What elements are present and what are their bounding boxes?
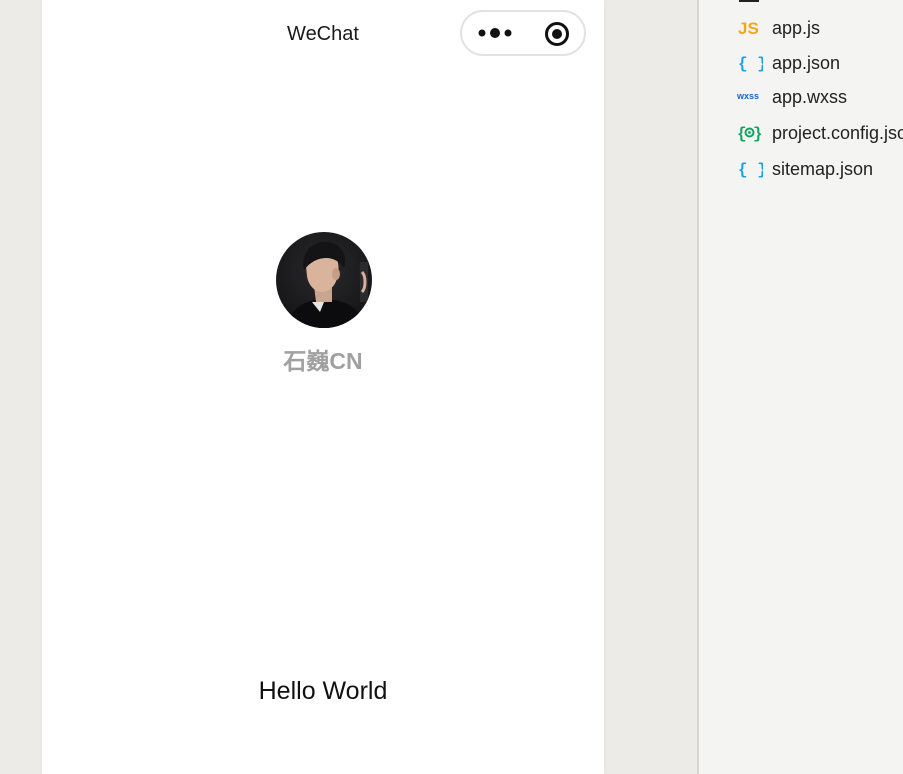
more-dots-icon[interactable] [476,25,516,41]
simulator-phone: WeChat 石巍CN Hello World [42,0,604,774]
file-name: app.json [772,53,841,73]
file-item-app-wxss[interactable]: wxss app.wxss [699,81,903,111]
wxss-file-icon: wxss [737,91,759,101]
file-item-app-js[interactable]: JS app.js [699,12,903,42]
file-item-sitemap-json[interactable]: { } sitemap.json [699,153,903,183]
file-name: project.config.json [772,123,903,143]
target-close-icon[interactable] [544,21,570,47]
avatar-photo [276,232,372,328]
file-tree-panel: JS app.js { } app.json wxss app.wxss { }… [699,0,903,774]
file-name: app.js [772,18,821,38]
avatar[interactable] [276,232,372,328]
file-name: app.wxss [772,87,848,107]
file-name: sitemap.json [772,159,874,179]
svg-text:wxss: wxss [737,91,759,101]
hello-text: Hello World [258,677,388,705]
json-file-icon: { } [738,55,763,72]
svg-text:{ }: { } [738,55,763,72]
config-json-file-icon: { } [737,125,763,142]
tree-item-cut-edge [739,0,759,2]
svg-text:JS: JS [738,19,759,37]
file-item-app-json[interactable]: { } app.json [699,47,903,77]
json-file-icon: { } [738,161,763,178]
svg-text:{ }: { } [738,161,763,178]
menu-capsule [460,10,586,56]
file-item-project-config-json[interactable]: { } project.config.json [699,117,903,147]
user-nickname: 石巍CN [283,348,363,374]
js-file-icon: JS [738,19,759,37]
svg-text:}: } [753,125,763,142]
